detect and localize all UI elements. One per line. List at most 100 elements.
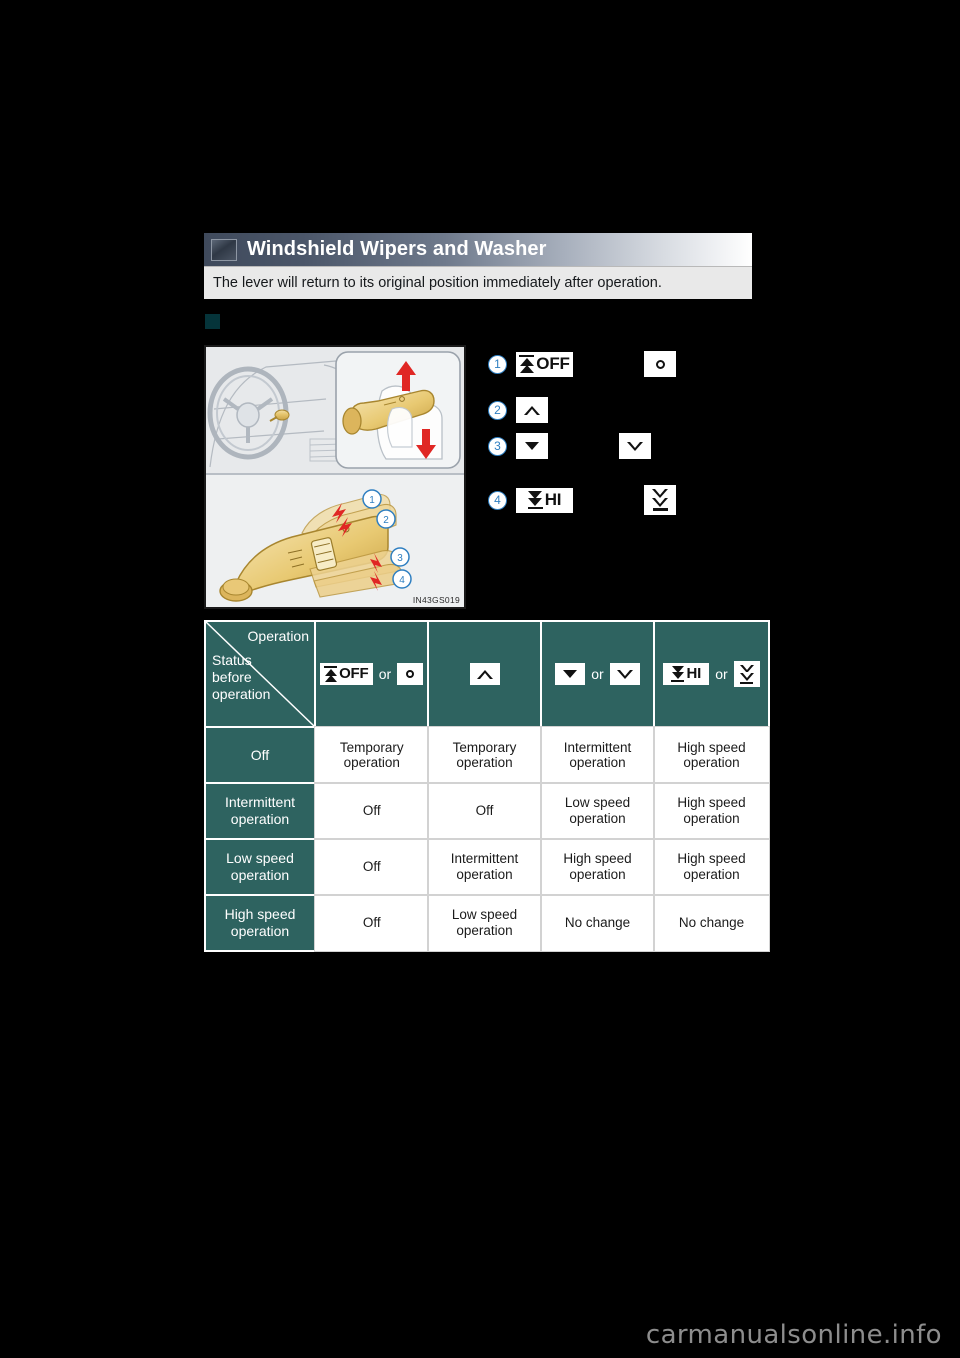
- cell-r1c3: High speed operation: [653, 782, 770, 840]
- cell-r1c3-line1: High speed: [677, 795, 746, 811]
- symbol-mist-box-table: [469, 663, 500, 685]
- cell-r0c1: Temporary operation: [427, 726, 542, 784]
- svg-text:2: 2: [383, 515, 389, 526]
- symbol-hi-box-table: HI: [663, 663, 710, 685]
- callout-number-3: 3: [488, 436, 507, 456]
- cell-r3c3-line1: No change: [678, 915, 745, 931]
- cell-r0c3-line1: High speed: [677, 739, 746, 755]
- cell-r2c1: Intermittent operation: [427, 838, 542, 896]
- table-col-header-off: OFF or: [314, 620, 429, 728]
- cell-r0c0-line2: operation: [343, 755, 400, 771]
- ring-icon: [655, 359, 665, 369]
- cell-r1c2: Low speed operation: [540, 782, 655, 840]
- cell-r3c1-line2: operation: [456, 923, 513, 938]
- section-header: Windshield Wipers and Washer The lever w…: [204, 233, 752, 299]
- or-text-col3: or: [591, 665, 604, 682]
- svg-text:3: 3: [397, 553, 403, 564]
- bar-down-arrow-icon: [527, 490, 543, 510]
- cell-r3c2-line1: No change: [564, 915, 631, 931]
- callout-item-4: 4 HI: [488, 485, 676, 515]
- table-col-header-low: or: [540, 620, 655, 728]
- cell-r1c2-line2: operation: [569, 811, 626, 826]
- cell-r1c0-line1: Off: [362, 803, 381, 819]
- table-header-row: Operation Status before operation OFF or…: [204, 620, 770, 728]
- cell-r0c2-line2: operation: [569, 755, 626, 771]
- double-down-arrow-bar-icon: [652, 489, 668, 511]
- symbol-hi-box: HI: [516, 487, 573, 513]
- symbol-low-alt-box: [619, 433, 651, 459]
- row-header-intermittent-line2: operation: [230, 811, 290, 827]
- triangle-down-solid-icon: [525, 442, 539, 450]
- callout-number-4: 4: [488, 490, 507, 510]
- svg-text:4: 4: [399, 575, 405, 586]
- cell-r2c3-line2: operation: [683, 867, 740, 882]
- symbol-low-box: [516, 433, 548, 459]
- row-header-off: Off: [204, 726, 316, 784]
- triangle-down-hollow-icon: [616, 669, 633, 679]
- cell-r2c2-line1: High speed: [563, 851, 632, 867]
- symbol-hi-alt-box-table: [733, 661, 760, 687]
- corner-status-line1: Status: [212, 652, 252, 668]
- cell-r1c1-line1: Off: [475, 803, 494, 819]
- illustration-caption-code: IN43GS019: [412, 595, 460, 605]
- cell-r3c0-line1: Off: [362, 915, 381, 931]
- row-header-high-speed-line1: High speed: [224, 906, 296, 923]
- cell-r3c1-line1: Low speed: [451, 907, 518, 923]
- triangle-down-solid-icon: [563, 670, 578, 678]
- cell-r0c0-line1: Temporary: [339, 739, 404, 755]
- table-col-header-hi: HI or: [653, 620, 770, 728]
- row-header-low-speed-line2: operation: [230, 867, 290, 883]
- symbol-off-box: OFF: [516, 351, 573, 377]
- row-header-low-speed: Low speed operation: [204, 838, 316, 896]
- or-text-col1: or: [378, 665, 392, 682]
- row-header-low-speed-line1: Low speed: [226, 850, 294, 867]
- cell-r3c3: No change: [653, 894, 770, 952]
- site-watermark: carmanualsonline.info: [645, 1320, 942, 1350]
- corner-status-label: Status before operation: [212, 652, 270, 703]
- cell-r2c3: High speed operation: [653, 838, 770, 896]
- cell-r2c1-line1: Intermittent: [450, 851, 519, 867]
- callout-item-1: 1 OFF: [488, 351, 676, 377]
- double-down-arrow-bar-icon: [739, 663, 754, 684]
- row-header-off-line1: Off: [250, 746, 270, 763]
- symbol-off-box-table: OFF: [319, 663, 373, 685]
- symbol-off-label-table: OFF: [339, 665, 369, 683]
- table-row: Off Temporary operation Temporary operat…: [204, 726, 770, 784]
- cell-r0c3: High speed operation: [653, 726, 770, 784]
- symbol-hi-label: HI: [544, 490, 562, 509]
- row-header-high-speed: High speed operation: [204, 894, 316, 952]
- symbol-low-box-table: [555, 663, 586, 685]
- or-text-col4: or: [715, 665, 728, 682]
- manual-page: Windshield Wipers and Washer The lever w…: [0, 0, 960, 1358]
- bar-up-arrow-icon: [519, 354, 535, 374]
- cell-r3c1: Low speed operation: [427, 894, 542, 952]
- symbol-low-alt-box-table: [609, 663, 640, 685]
- callout-number-2: 2: [488, 400, 507, 420]
- cell-r0c1-line2: operation: [456, 755, 513, 771]
- corner-status-line3: operation: [212, 686, 271, 703]
- table-row: Intermittent operation Off Off Low speed…: [204, 782, 770, 840]
- cell-r2c0: Off: [314, 838, 429, 896]
- bar-down-arrow-icon: [671, 666, 685, 682]
- symbol-ring-box-table: [397, 663, 424, 685]
- cell-r0c2-line1: Intermittent: [563, 739, 632, 755]
- table-col-header-mist: [427, 620, 542, 728]
- page-title: Windshield Wipers and Washer: [247, 238, 547, 260]
- section-subtitle-bar: The lever will return to its original po…: [204, 266, 752, 299]
- triangle-down-hollow-icon: [627, 441, 643, 451]
- cell-r0c3-line2: operation: [683, 755, 740, 771]
- callout-item-2: 2: [488, 397, 548, 423]
- cell-r3c2: No change: [540, 894, 655, 952]
- triangle-up-hollow-icon: [476, 669, 493, 679]
- section-header-bar: Windshield Wipers and Washer: [204, 233, 752, 266]
- table-row: Low speed operation Off Intermittent ope…: [204, 838, 770, 896]
- row-header-intermittent: Intermittent operation: [204, 782, 316, 840]
- cell-r0c1-line1: Temporary: [452, 739, 517, 755]
- corner-operation-label: Operation: [247, 628, 309, 644]
- cell-r1c2-line1: Low speed: [564, 795, 631, 811]
- cell-r2c1-line2: operation: [456, 867, 513, 882]
- callout-item-3: 3: [488, 433, 651, 459]
- illustration-svg: 1 2 3 4: [206, 347, 464, 607]
- cell-r0c0: Temporary operation: [314, 726, 429, 784]
- symbol-mist-box: [516, 397, 548, 423]
